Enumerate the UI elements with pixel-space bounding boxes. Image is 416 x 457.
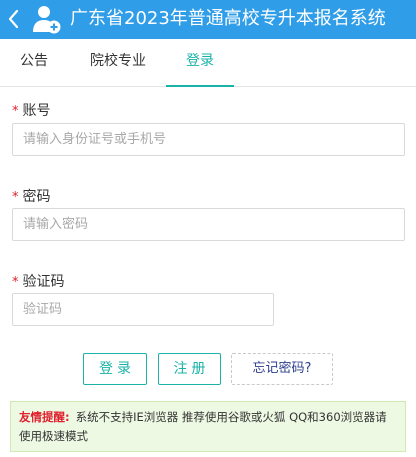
password-label-text: 密码 [22, 189, 51, 205]
chevron-left-icon[interactable] [6, 8, 22, 30]
account-input[interactable] [12, 123, 405, 156]
captcha-input[interactable] [12, 293, 274, 326]
required-mark: * [12, 275, 19, 290]
tab-login[interactable]: 登录 [166, 39, 234, 87]
app-header: 广东省2023年普通高校专升本报名系统 [0, 0, 416, 39]
login-button[interactable]: 登录 [83, 353, 147, 385]
notice-tip-label: 友情提醒: [19, 410, 70, 424]
notice-box: 友情提醒: 系统不支持IE浏览器 推荐使用谷歌或火狐 QQ和360浏览器请使用极速… [10, 401, 406, 452]
captcha-label-text: 验证码 [22, 274, 65, 290]
tab-bar: 公告 院校专业 登录 [0, 39, 416, 87]
account-label-text: 账号 [22, 103, 51, 119]
password-input[interactable] [12, 208, 405, 241]
register-button[interactable]: 注册 [158, 353, 221, 385]
captcha-label: * 验证码 [12, 271, 65, 291]
tab-announcements[interactable]: 公告 [0, 39, 68, 87]
password-label: * 密码 [12, 186, 51, 206]
tab-institutions-majors[interactable]: 院校专业 [78, 39, 158, 87]
required-mark: * [12, 104, 19, 119]
active-tab-indicator [166, 85, 234, 87]
notice-text: 系统不支持IE浏览器 推荐使用谷歌或火狐 QQ和360浏览器请使用极速模式 [19, 410, 387, 443]
required-mark: * [12, 190, 19, 205]
user-add-icon [32, 3, 62, 35]
account-label: * 账号 [12, 100, 51, 120]
page-title: 广东省2023年普通高校专升本报名系统 [70, 8, 386, 29]
forgot-password-link[interactable]: 忘记密码? [231, 353, 333, 385]
